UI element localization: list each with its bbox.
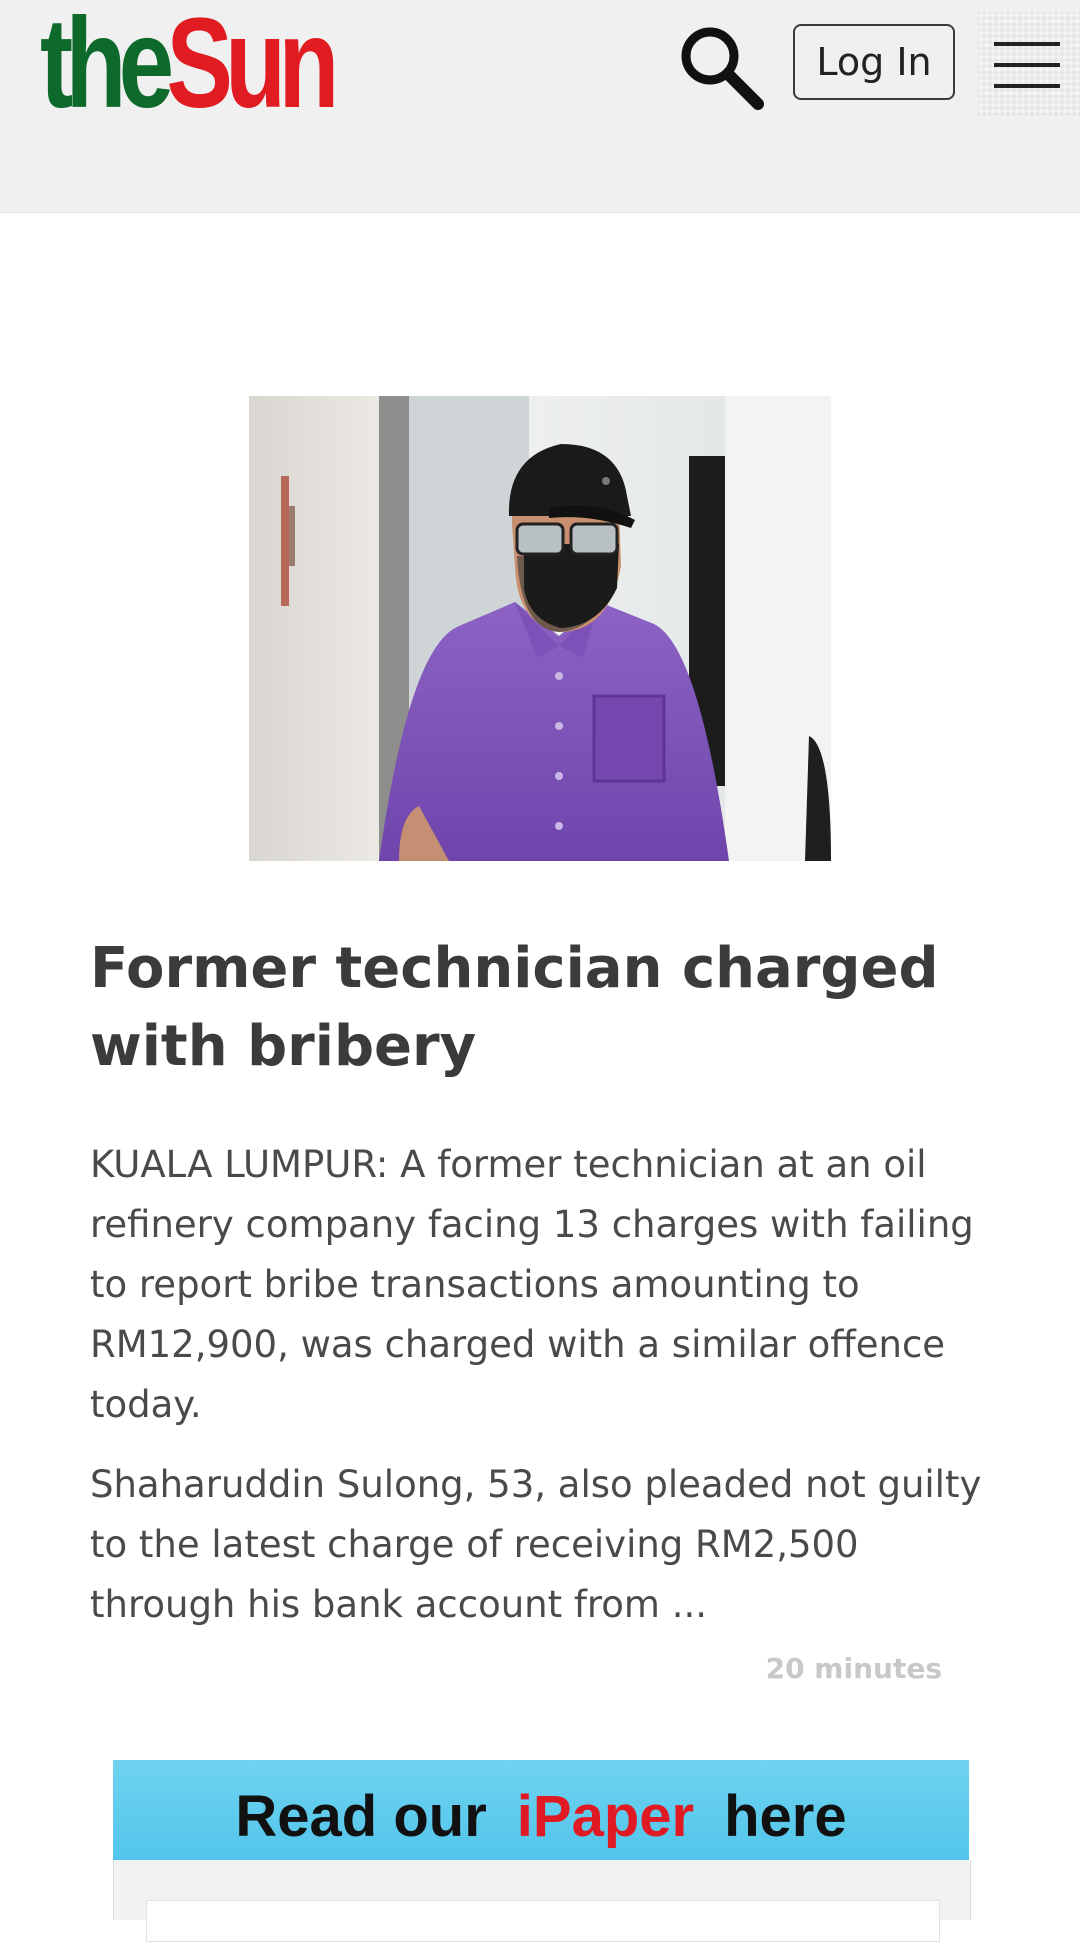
login-button[interactable]: Log In — [793, 24, 955, 100]
ipaper-banner-band: Read our iPaper here — [113, 1760, 969, 1872]
search-icon — [681, 27, 764, 110]
menu-button[interactable] — [978, 12, 1080, 116]
article-excerpt-paragraph-2: Shaharuddin Sulong, 53, also pleaded not… — [90, 1463, 982, 1626]
thesun-logo[interactable]: theSun — [40, 0, 339, 130]
ipaper-preview-frame — [146, 1900, 940, 1942]
article-headline[interactable]: Former technician charged with bribery — [90, 930, 990, 1086]
ipaper-banner[interactable]: Read our iPaper here — [113, 1760, 971, 1942]
article-timestamp: 20 minutes — [765, 1652, 942, 1685]
logo-the-text: the — [40, 0, 174, 135]
ipaper-preview-area — [113, 1860, 971, 1942]
logo-sun-text: Sun — [166, 0, 339, 135]
ipaper-text-prefix: Read our — [235, 1783, 487, 1849]
article-excerpt-paragraph-1: KUALA LUMPUR: A former technician at an … — [90, 1143, 974, 1426]
search-button[interactable] — [672, 18, 768, 114]
article-photo — [249, 396, 831, 861]
site-header: theSun Log In — [0, 0, 1080, 213]
article-image[interactable] — [249, 396, 831, 861]
ipaper-text-accent: iPaper — [516, 1783, 695, 1849]
ipaper-text-suffix: here — [724, 1783, 847, 1849]
